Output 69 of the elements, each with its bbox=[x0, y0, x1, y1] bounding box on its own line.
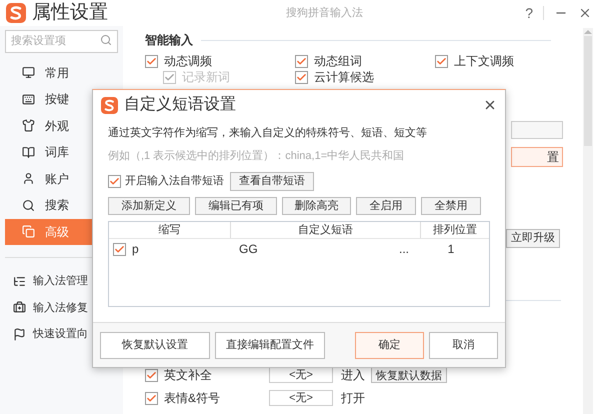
column-header[interactable]: 缩写 bbox=[109, 222, 231, 238]
action-button[interactable]: 全启用 bbox=[356, 197, 416, 215]
restore-data-button[interactable]: 恢复默认数据 bbox=[371, 367, 447, 383]
logo-icon bbox=[101, 96, 118, 114]
footer-button[interactable]: 取消 bbox=[429, 332, 498, 358]
checkbox[interactable] bbox=[108, 175, 121, 188]
close-icon[interactable] bbox=[578, 6, 592, 20]
footer-button[interactable]: 直接编辑配置文件 bbox=[215, 332, 325, 358]
checkbox[interactable] bbox=[113, 242, 126, 256]
footer-button[interactable]: 恢复默认设置 bbox=[100, 332, 210, 358]
close-icon[interactable] bbox=[483, 98, 497, 112]
action-button[interactable]: 删除高亮 bbox=[282, 197, 351, 215]
option-label: 云计算候选 bbox=[314, 70, 374, 84]
footer-button[interactable]: 确定 bbox=[355, 332, 424, 358]
table-cell-text: ... bbox=[399, 241, 410, 258]
option-label: 上下文调频 bbox=[454, 54, 514, 68]
table-cell-text: 1 bbox=[446, 241, 456, 258]
column-header[interactable]: 自定义短语 bbox=[231, 222, 421, 238]
search-icon bbox=[100, 34, 112, 46]
column-header[interactable]: 排列位置 bbox=[421, 222, 489, 238]
action-label: 进入 bbox=[341, 367, 365, 384]
scrollbar[interactable] bbox=[583, 28, 593, 414]
action-label: 打开 bbox=[341, 390, 365, 407]
checkbox[interactable] bbox=[435, 54, 448, 68]
monitor-icon bbox=[22, 66, 35, 80]
sidebar-item[interactable]: 按键 bbox=[5, 86, 118, 112]
dialog-title: 自定义短语设置 bbox=[124, 94, 236, 115]
option-label: 英文补全 bbox=[164, 367, 212, 384]
list-icon bbox=[13, 274, 26, 288]
medical-kit-icon bbox=[13, 301, 26, 314]
option-label: 动态组词 bbox=[314, 54, 362, 68]
sidebar-item[interactable]: 账户 bbox=[5, 166, 118, 192]
copy-icon bbox=[22, 225, 35, 238]
search-field[interactable]: 搜索设置项 bbox=[5, 30, 118, 52]
option-label: 动态调频 bbox=[164, 54, 212, 68]
section-heading: 智能输入 bbox=[145, 32, 193, 48]
table-cell-text: GG bbox=[238, 241, 259, 258]
settings-button[interactable] bbox=[511, 121, 563, 139]
builtin-label: 开启输入法自带短语 bbox=[125, 174, 224, 190]
view-builtin-button[interactable]: 查看自带短语 bbox=[230, 172, 314, 191]
checkbox[interactable] bbox=[145, 368, 158, 382]
sidebar-item[interactable]: 常用 bbox=[5, 60, 118, 86]
action-button[interactable]: 添加新定义 bbox=[108, 197, 190, 215]
logo-icon bbox=[6, 3, 26, 23]
settings-button[interactable]: 置 bbox=[511, 147, 563, 167]
keyboard-icon bbox=[22, 92, 35, 106]
window-title: 属性设置 bbox=[32, 0, 108, 25]
action-button[interactable]: 全禁用 bbox=[421, 197, 481, 215]
search-icon bbox=[22, 198, 35, 212]
table-cell-text: p bbox=[132, 241, 139, 258]
shirt-icon bbox=[22, 119, 35, 132]
checkbox[interactable] bbox=[295, 54, 308, 68]
tool-item[interactable]: 输入法管理 bbox=[0, 268, 123, 294]
action-button[interactable]: 编辑已有项 bbox=[195, 197, 277, 215]
book-icon bbox=[22, 146, 35, 159]
flag-icon bbox=[13, 328, 26, 341]
description: 通过英文字符作为缩写，来输入自定义的特殊符号、短语、短文等 bbox=[108, 126, 428, 141]
option-label: 表情&符号 bbox=[164, 390, 220, 407]
example-text: 例如（,1 表示候选中的排列位置）：china,1=中华人民共和国 bbox=[108, 148, 406, 164]
app-name: 搜狗拼音输入法 bbox=[286, 6, 363, 21]
user-icon bbox=[22, 172, 35, 186]
hotkey-field[interactable]: <无> bbox=[269, 390, 333, 406]
help-button[interactable]: ? bbox=[525, 2, 533, 24]
tool-item[interactable]: 输入法修复 bbox=[0, 294, 123, 321]
checkbox[interactable] bbox=[295, 70, 308, 84]
upgrade-button[interactable]: 立即升级 bbox=[506, 229, 560, 248]
checkbox[interactable] bbox=[145, 54, 158, 68]
option-label: 记录新词 bbox=[182, 70, 230, 84]
checkbox[interactable] bbox=[145, 392, 158, 404]
